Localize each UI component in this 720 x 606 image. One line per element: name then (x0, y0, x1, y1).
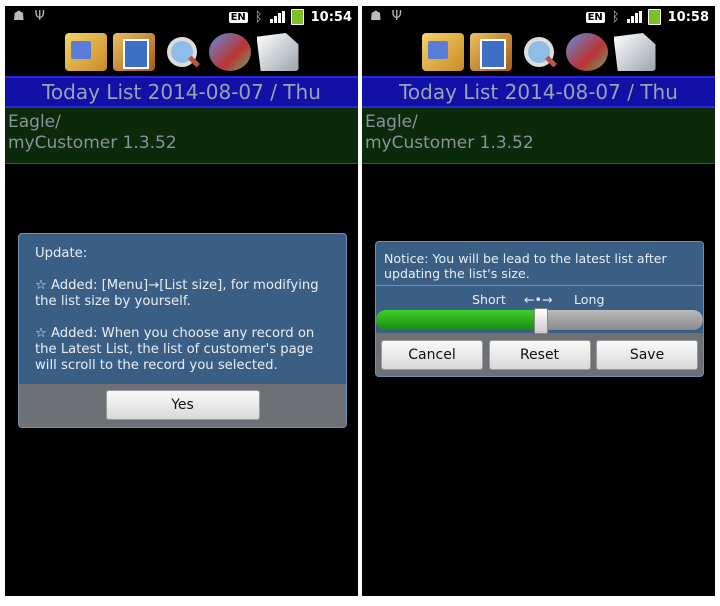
search-icon[interactable] (518, 33, 560, 71)
yes-button[interactable]: Yes (105, 390, 260, 420)
update-dialog: Update: ☆ Added: [Menu]→[List size], for… (19, 234, 346, 427)
cards-icon[interactable] (112, 33, 155, 71)
battery-icon (290, 9, 304, 25)
clips-icon[interactable] (565, 33, 608, 71)
list-item-line2: myCustomer 1.3.52 (8, 133, 177, 153)
clock: 10:54 (310, 9, 352, 25)
bluetooth-icon: ᛒ (254, 9, 263, 25)
clock: 10:58 (667, 9, 709, 25)
dialog-heading: Update: (35, 246, 88, 261)
folder-icon[interactable] (64, 33, 107, 71)
status-bar: ☗ Ψ EN ᛒ 10:54 (5, 6, 358, 30)
bluetooth-icon: ᛒ (611, 9, 620, 25)
cards-icon[interactable] (469, 33, 512, 71)
slider-labels: Short ←•→ Long (376, 286, 703, 310)
long-label: Long (574, 292, 605, 307)
list-size-dialog: Notice: You will be lead to the latest l… (376, 242, 703, 376)
list-item-line2: myCustomer 1.3.52 (365, 133, 534, 153)
usb-icon: Ψ (391, 9, 402, 24)
phone-screen-right: ☗ Ψ EN ᛒ 10:58 Today List 2014-08-07 / T… (362, 6, 715, 596)
slider-fill (376, 310, 540, 330)
dialog-button-bar: Yes (19, 384, 346, 427)
page-title: Today List 2014-08-07 / Thu (5, 76, 358, 108)
list-item-line1: Eagle/ (8, 112, 61, 132)
phone-screen-left: ☗ Ψ EN ᛒ 10:54 Today List 2014-08-07 / T… (5, 6, 358, 596)
signal-icon (626, 11, 642, 23)
battery-icon (647, 9, 661, 25)
app-toolbar (362, 30, 715, 74)
list-size-slider[interactable] (376, 308, 703, 334)
dialog-button-bar: Cancel Reset Save (376, 333, 703, 376)
dialog-paragraph: ☆ Added: When you choose any record on t… (35, 326, 315, 373)
status-bar: ☗ Ψ EN ᛒ 10:58 (362, 6, 715, 30)
language-badge: EN (228, 11, 248, 23)
short-label: Short (472, 292, 506, 307)
folder-icon[interactable] (421, 33, 464, 71)
reset-button[interactable]: Reset (488, 340, 591, 370)
list-item[interactable]: Eagle/ myCustomer 1.3.52 (5, 108, 358, 164)
dialog-message: Update: ☆ Added: [Menu]→[List size], for… (19, 234, 346, 384)
language-badge: EN (585, 11, 605, 23)
slider-thumb[interactable] (533, 308, 548, 334)
app-toolbar (5, 30, 358, 74)
document-icon[interactable] (613, 33, 656, 71)
cancel-button[interactable]: Cancel (381, 340, 483, 370)
arrows-label: ←•→ (524, 292, 553, 307)
notice-text: Notice: You will be lead to the latest l… (376, 242, 703, 286)
document-icon[interactable] (256, 33, 299, 71)
list-item[interactable]: Eagle/ myCustomer 1.3.52 (362, 108, 715, 164)
android-icon: ☗ (13, 9, 25, 24)
usb-icon: Ψ (34, 9, 45, 24)
save-button[interactable]: Save (596, 340, 698, 370)
page-title: Today List 2014-08-07 / Thu (362, 76, 715, 108)
signal-icon (269, 11, 285, 23)
search-icon[interactable] (161, 33, 203, 71)
list-item-line1: Eagle/ (365, 112, 418, 132)
clips-icon[interactable] (208, 33, 251, 71)
dialog-paragraph: ☆ Added: [Menu]→[List size], for modifyi… (35, 278, 319, 309)
android-icon: ☗ (370, 9, 382, 24)
